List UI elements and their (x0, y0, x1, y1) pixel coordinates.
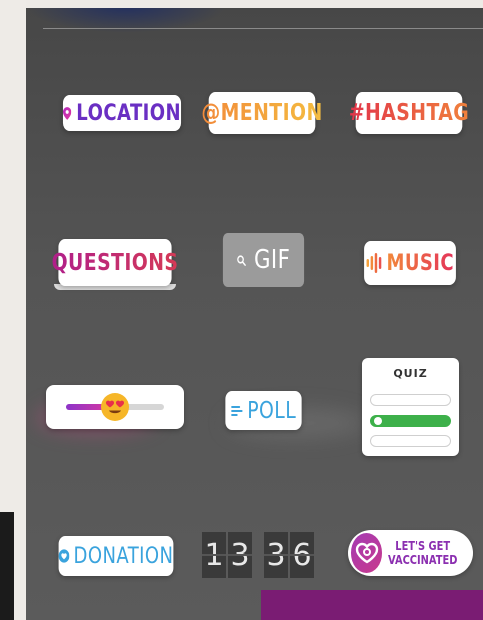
quiz-option (370, 394, 451, 406)
location-pin-icon (62, 106, 72, 120)
check-icon (374, 417, 382, 425)
countdown-digit: 1 (202, 532, 226, 578)
heart-icon (58, 549, 70, 563)
heart-badge-icon (351, 533, 383, 573)
donation-sticker[interactable]: DONATION (58, 536, 174, 576)
top-background-blur (26, 8, 226, 33)
heart-eyes-emoji-icon[interactable] (101, 393, 129, 421)
tray-divider (43, 28, 483, 29)
gif-sticker[interactable]: GIF (222, 233, 305, 287)
music-label: MUSIC (386, 250, 455, 276)
poll-lines-icon (230, 405, 243, 416)
mention-sticker[interactable]: @MENTION (201, 92, 322, 134)
location-label: LOCATION (76, 100, 182, 126)
mention-label: @MENTION (201, 100, 323, 126)
quiz-option-correct (370, 415, 451, 427)
vaccinated-line1: LET'S GET (395, 539, 451, 553)
location-sticker[interactable]: LOCATION (62, 95, 182, 131)
music-bars-icon (366, 253, 382, 273)
vaccinated-label: LET'S GET VACCINATED (388, 539, 457, 567)
questions-label: QUESTIONS (51, 249, 179, 276)
vaccinated-line2: VACCINATED (388, 553, 458, 567)
countdown-digit: 3 (228, 532, 252, 578)
search-icon (237, 254, 246, 266)
questions-sticker[interactable]: QUESTIONS (52, 239, 178, 286)
countdown-digit: 3 (264, 532, 288, 578)
lets-get-vaccinated-sticker[interactable]: LET'S GET VACCINATED (348, 530, 473, 576)
countdown-sticker[interactable]: 1 3 3 6 (202, 532, 316, 578)
gif-label: GIF (253, 245, 291, 275)
music-sticker[interactable]: MUSIC (364, 241, 456, 285)
quiz-option (370, 435, 451, 447)
sticker-tray: LOCATION @MENTION #HASHTAG QUESTIONS GIF… (26, 8, 483, 620)
bottom-accent-bar (261, 590, 483, 620)
quiz-sticker[interactable]: QUIZ (362, 358, 459, 456)
background-dark-object (0, 512, 14, 620)
donation-label: DONATION (73, 543, 174, 569)
quiz-label: QUIZ (393, 367, 428, 380)
poll-sticker[interactable]: POLL (225, 391, 302, 430)
emoji-slider-sticker[interactable] (46, 385, 184, 429)
hashtag-sticker[interactable]: #HASHTAG (349, 92, 469, 134)
poll-label: POLL (247, 397, 297, 424)
hashtag-label: #HASHTAG (348, 100, 470, 126)
countdown-digit: 6 (290, 532, 314, 578)
